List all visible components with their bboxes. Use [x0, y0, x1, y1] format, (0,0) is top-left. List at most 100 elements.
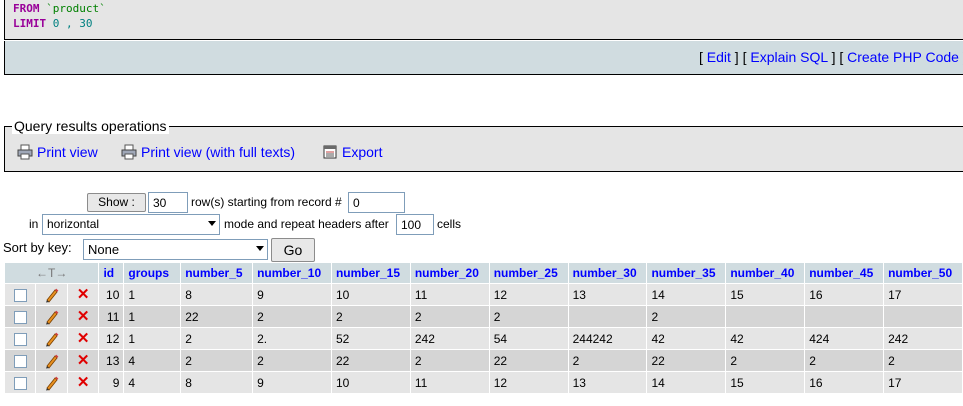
cell-number-45: 424 [805, 328, 884, 349]
sort-by-key-select[interactable]: None [83, 239, 268, 260]
column-header-groups[interactable]: groups [124, 263, 181, 283]
cell-number-50 [884, 306, 962, 327]
cell-number-50: 242 [884, 328, 962, 349]
sql-line-from: FROM `product` [13, 2, 106, 15]
cell-number-5: 2 [181, 328, 253, 349]
row-delete-cell: ✕ [67, 372, 99, 393]
cell-number-15: 10 [331, 284, 410, 305]
export-label: Export [342, 144, 383, 160]
cell-number-50: 17 [884, 372, 962, 393]
cell-number-40: 42 [726, 328, 805, 349]
cell-number-30: 13 [568, 372, 647, 393]
delete-icon[interactable]: ✕ [77, 352, 90, 369]
cell-number-20: 2 [410, 306, 489, 327]
cell-number-40: 15 [726, 372, 805, 393]
row-checkbox[interactable] [13, 288, 27, 302]
create-php-code-link[interactable]: Create PHP Code [847, 49, 959, 65]
pencil-icon[interactable] [44, 375, 60, 391]
sort-by-key-value: None [88, 242, 120, 257]
column-header-number-5[interactable]: number_5 [181, 263, 253, 283]
row-edit-cell [36, 306, 67, 327]
edit-link[interactable]: Edit [707, 49, 731, 65]
column-header-number-20[interactable]: number_20 [410, 263, 489, 283]
delete-icon[interactable]: ✕ [77, 330, 90, 347]
cell-number-45: 16 [805, 284, 884, 305]
row-edit-cell [36, 284, 67, 305]
delete-icon[interactable]: ✕ [77, 374, 90, 391]
cell-number-5: 22 [181, 306, 253, 327]
sql-links: [ Edit ] [ Explain SQL ] [ Create PHP Co… [699, 49, 963, 65]
bracket-open: [ [699, 49, 703, 65]
table-row: ✕ 12 1 2 2. 52 242 54 244242 42 42 424 242 [5, 328, 962, 349]
row-delete-cell: ✕ [67, 284, 99, 305]
export-icon [323, 145, 337, 159]
results-table: ←T→ id groups number_5 number_10 number_… [4, 262, 963, 394]
row-checkbox[interactable] [13, 332, 27, 346]
print-view-label: Print view [37, 144, 98, 160]
pencil-icon[interactable] [44, 353, 60, 369]
row-checkbox[interactable] [13, 354, 27, 368]
sql-limit-keyword: LIMIT [13, 17, 47, 30]
repeat-headers-input[interactable] [396, 214, 434, 235]
cell-number-10: 9 [253, 372, 331, 393]
in-label: in [29, 217, 39, 231]
cell-number-30: 244242 [568, 328, 647, 349]
column-header-number-10[interactable]: number_10 [253, 263, 331, 283]
column-header-id[interactable]: id [99, 263, 124, 283]
row-checkbox[interactable] [13, 310, 27, 324]
export-link[interactable]: Export [322, 144, 382, 160]
cell-number-35: 14 [647, 372, 726, 393]
explain-sql-link[interactable]: Explain SQL [750, 49, 827, 65]
delete-icon[interactable]: ✕ [77, 286, 90, 303]
column-header-number-35[interactable]: number_35 [647, 263, 726, 283]
pencil-icon[interactable] [44, 309, 60, 325]
chevron-down-icon [256, 246, 264, 251]
show-button[interactable]: Show : [87, 193, 146, 212]
column-header-number-25[interactable]: number_25 [489, 263, 568, 283]
sql-table-name: `product` [46, 2, 106, 15]
cell-number-25: 12 [489, 372, 568, 393]
cell-groups: 4 [124, 372, 181, 393]
cell-number-30: 13 [568, 284, 647, 305]
sql-limit-value: 0 , 30 [52, 17, 93, 30]
column-header-number-15[interactable]: number_15 [331, 263, 410, 283]
cell-id: 9 [99, 372, 124, 393]
cell-number-5: 2 [181, 350, 253, 371]
column-header-number-30[interactable]: number_30 [568, 263, 647, 283]
row-edit-cell [36, 328, 67, 349]
table-row: ✕ 10 1 8 9 10 11 12 13 14 15 16 17 [5, 284, 962, 305]
display-mode-value: horizontal [47, 217, 100, 231]
cell-number-15: 10 [331, 372, 410, 393]
rows-count-input[interactable] [148, 192, 188, 213]
bracket-sep: ] [ [831, 49, 844, 65]
row-select-cell [5, 372, 36, 393]
pencil-icon[interactable] [44, 287, 60, 303]
row-select-cell [5, 284, 36, 305]
cell-number-45: 16 [805, 372, 884, 393]
go-button[interactable]: Go [271, 238, 315, 262]
display-mode-select[interactable]: horizontal [42, 214, 220, 235]
cell-number-20: 11 [410, 372, 489, 393]
cell-number-15: 52 [331, 328, 410, 349]
column-header-number-40[interactable]: number_40 [726, 263, 805, 283]
pencil-icon[interactable] [44, 331, 60, 347]
print-view-full-texts-link[interactable]: Print view (with full texts) [121, 144, 295, 160]
cell-number-35: 22 [647, 350, 726, 371]
cell-number-5: 8 [181, 372, 253, 393]
row-edit-cell [36, 372, 67, 393]
row-checkbox[interactable] [13, 376, 27, 390]
cell-groups: 1 [124, 328, 181, 349]
column-header-number-50[interactable]: number_50 [884, 263, 962, 283]
print-view-link[interactable]: Print view [17, 144, 98, 160]
delete-icon[interactable]: ✕ [77, 308, 90, 325]
chevron-down-icon [208, 221, 216, 226]
table-row: ✕ 13 4 2 2 22 2 22 2 22 2 2 2 [5, 350, 962, 371]
start-record-input[interactable] [348, 192, 405, 213]
cell-number-10: 9 [253, 284, 331, 305]
sql-links-bar: [ Edit ] [ Explain SQL ] [ Create PHP Co… [4, 41, 963, 75]
cell-groups: 1 [124, 306, 181, 327]
row-edit-cell [36, 350, 67, 371]
sql-from-keyword: FROM [13, 2, 40, 15]
cell-groups: 1 [124, 284, 181, 305]
column-header-number-45[interactable]: number_45 [805, 263, 884, 283]
